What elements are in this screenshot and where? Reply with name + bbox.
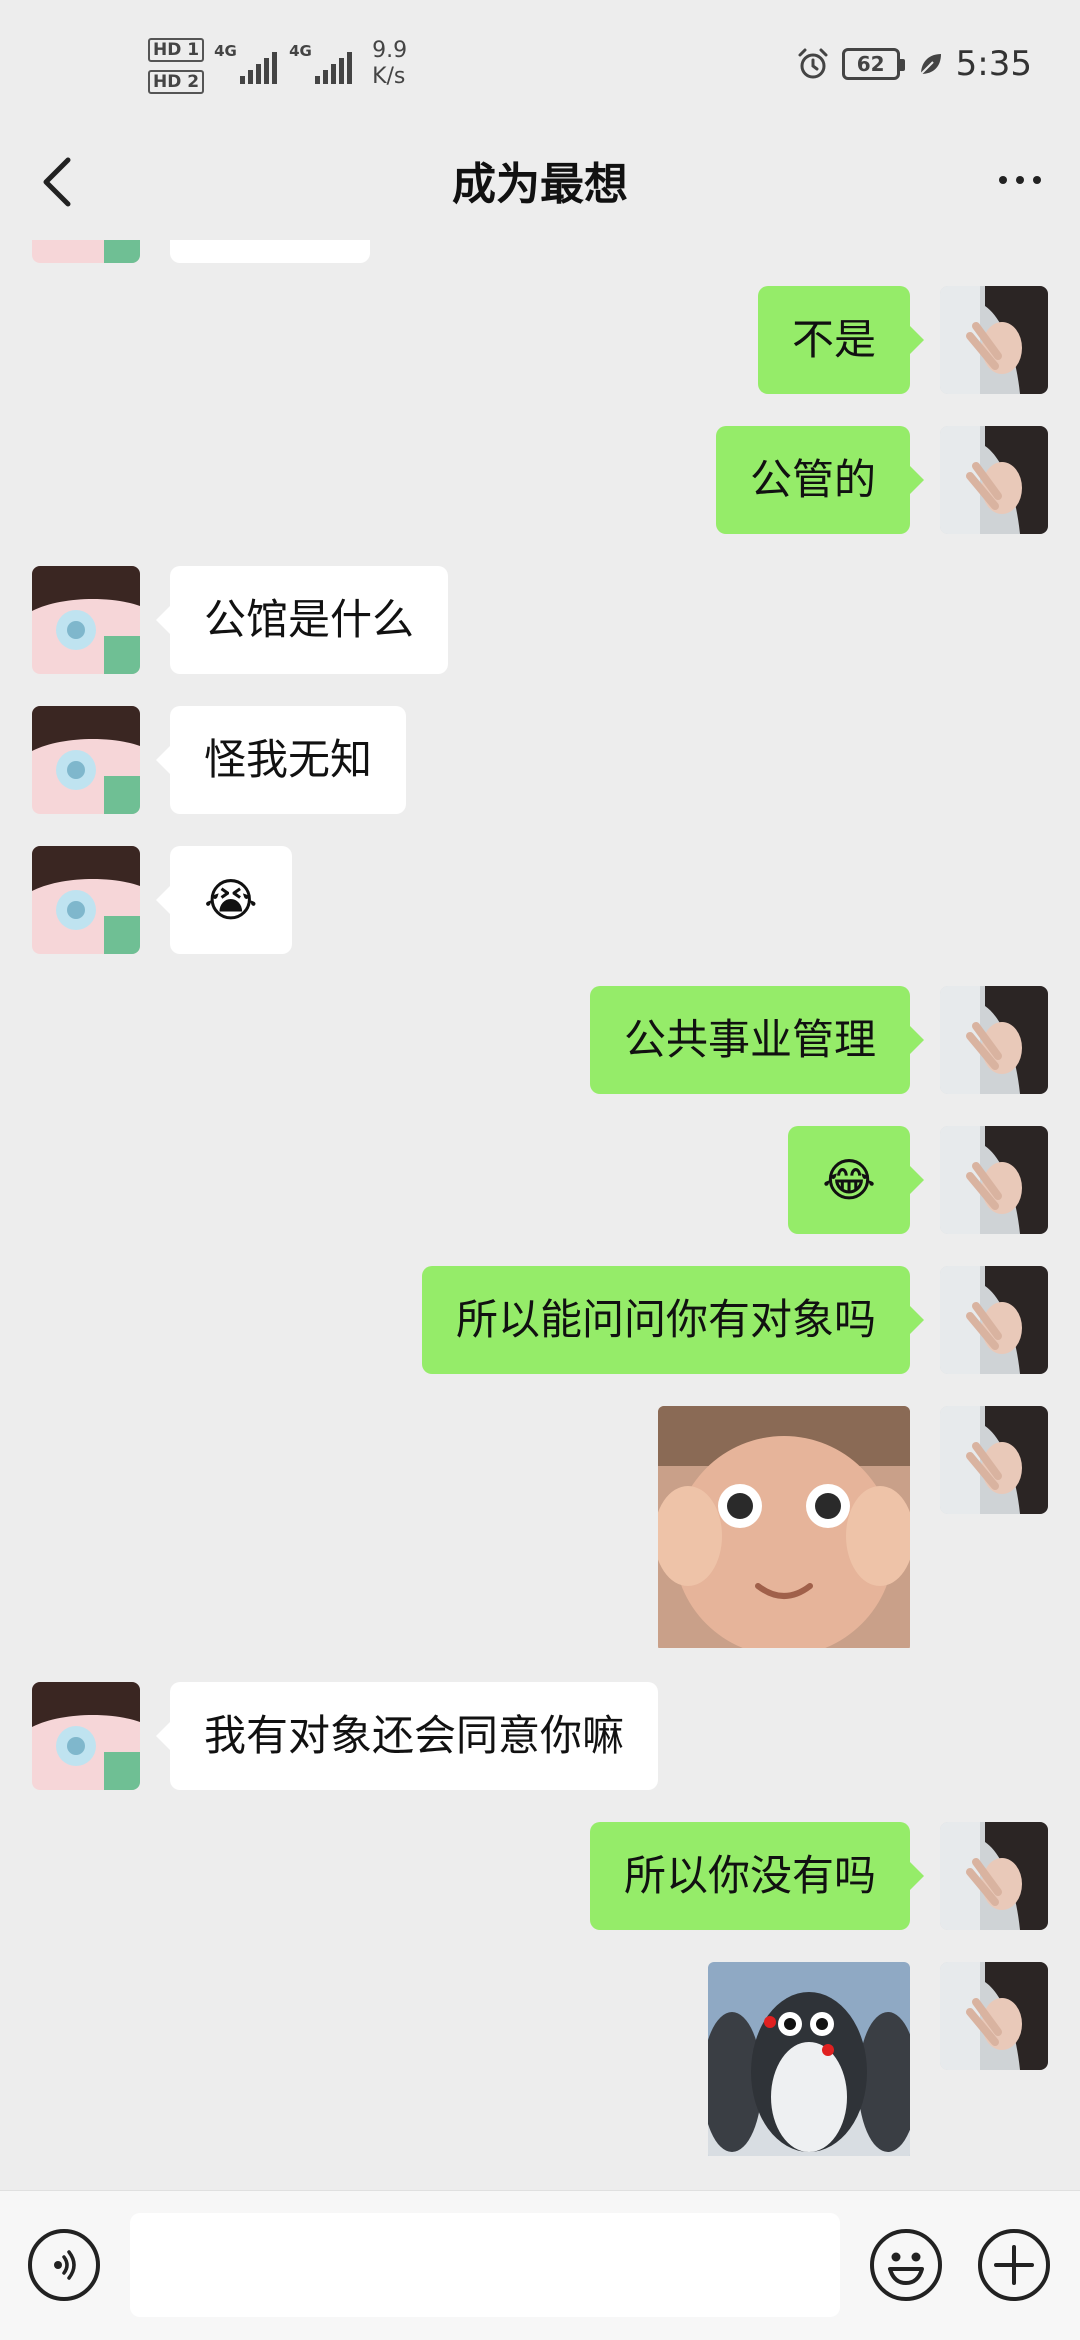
emoji-icon <box>888 2252 924 2285</box>
more-button[interactable] <box>990 150 1050 210</box>
contact-avatar[interactable] <box>32 240 140 263</box>
alarm-icon <box>798 48 828 79</box>
voice-button[interactable] <box>28 2229 100 2301</box>
input-bar <box>0 2190 1080 2340</box>
laughing-emoji: 😂 <box>822 1153 876 1207</box>
message-bubble-received[interactable] <box>170 240 370 263</box>
message-bubble-received[interactable]: 公馆是什么 <box>155 566 449 674</box>
message-bubble-received[interactable]: 我有对象还会同意你嘛 <box>155 1682 659 1790</box>
my-avatar[interactable] <box>940 1822 1048 1930</box>
my-avatar[interactable] <box>940 986 1048 1094</box>
emoji-button[interactable] <box>870 2229 942 2301</box>
message-bubble-sent[interactable]: 😂 <box>788 1126 924 1234</box>
message-bubble-received[interactable]: 😭 <box>156 846 292 954</box>
battery-icon: 62 <box>841 48 905 80</box>
message-bubble-sent[interactable]: 不是 <box>757 286 925 394</box>
chat-header: 成为最想 <box>0 130 1080 240</box>
message-bubble-sent[interactable]: 公管的 <box>715 426 925 534</box>
message-bubble-sent[interactable]: 所以能问问你有对象吗 <box>421 1266 925 1374</box>
more-functions-button[interactable] <box>978 2229 1050 2301</box>
penguin-sticker-image[interactable] <box>708 1962 910 2160</box>
hd1-badge: HD 1 <box>148 38 205 62</box>
more-dots-icon <box>999 176 1007 184</box>
my-avatar[interactable] <box>940 1126 1048 1234</box>
my-avatar[interactable] <box>940 286 1048 394</box>
my-avatar[interactable] <box>940 1266 1048 1374</box>
message-bubble-sent[interactable]: 公共事业管理 <box>589 986 925 1094</box>
message-input[interactable] <box>130 2213 840 2317</box>
my-avatar[interactable] <box>940 1406 1048 1514</box>
contact-avatar[interactable] <box>32 846 140 954</box>
chat-title: 成为最想 <box>452 159 628 210</box>
voice-icon <box>54 2250 76 2280</box>
contact-avatar[interactable] <box>32 566 140 674</box>
message-list[interactable]: 不是 公管的 公馆是什么 怪我无知 😭 公共事业管理 😂 所以能问问你有对象吗 … <box>0 240 1080 2190</box>
status-bar: HD 1 HD 2 4G 4G 9.9 K/s 62 5:35 <box>0 0 1080 130</box>
signal-2-icon: 4G <box>289 38 353 84</box>
contact-avatar[interactable] <box>32 1682 140 1790</box>
network-speed: 9.9 K/s <box>372 38 408 89</box>
plus-icon <box>994 2245 1034 2285</box>
contact-avatar[interactable] <box>32 706 140 814</box>
message-bubble-received[interactable]: 怪我无知 <box>155 706 407 814</box>
baby-sticker-image[interactable] <box>658 1406 910 1652</box>
hd2-badge: HD 2 <box>148 70 205 94</box>
message-bubble-sent[interactable]: 所以你没有吗 <box>589 1822 925 1930</box>
crying-emoji: 😭 <box>204 873 258 927</box>
leaf-icon <box>919 54 941 75</box>
signal-1-icon: 4G <box>214 38 278 84</box>
my-avatar[interactable] <box>940 426 1048 534</box>
my-avatar[interactable] <box>940 1962 1048 2070</box>
clock: 5:35 <box>955 44 1032 84</box>
